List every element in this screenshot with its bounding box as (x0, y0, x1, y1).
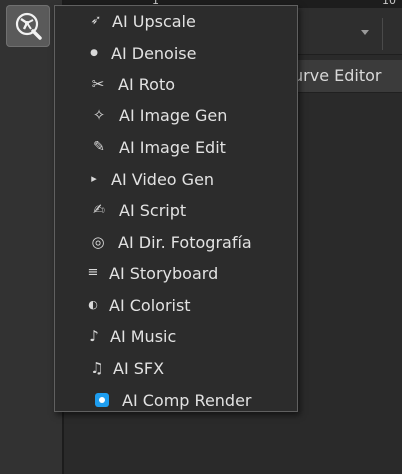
writing-icon: ✍ (93, 202, 105, 218)
toolbar-separator (382, 18, 383, 50)
menu-item-label: AI Image Edit (119, 137, 226, 157)
ai-tools-icon (15, 12, 42, 40)
menu-item-label: AI Dir. Fotografía (118, 232, 252, 252)
menu-item-ai-denoise[interactable]: ● AI Denoise (55, 38, 297, 68)
storyboard-icon: ≡ (87, 265, 99, 280)
menu-item-label: AI Image Gen (119, 105, 228, 125)
menu-item-ai-roto[interactable]: ✂ AI Roto (55, 69, 297, 99)
target-icon: ◎ (91, 233, 105, 251)
menu-item-label: AI Comp Render (122, 390, 252, 410)
ruler-number-right: 10 (382, 0, 396, 7)
ai-tools-button[interactable] (6, 5, 50, 47)
beamed-notes-icon: ♫ (90, 359, 104, 377)
menu-item-label: AI SFX (113, 358, 165, 378)
chevron-down-icon[interactable] (361, 30, 369, 35)
menu-item-ai-dir-fotografia[interactable]: ◎ AI Dir. Fotografía (55, 227, 297, 257)
pencil-icon: ✎ (93, 139, 105, 155)
menu-item-label: AI Music (110, 326, 177, 346)
menu-item-label: AI Storyboard (109, 263, 219, 283)
tab-curve-editor[interactable]: urve Editor (284, 60, 402, 92)
menu-item-ai-video-gen[interactable]: ▸ AI Video Gen (55, 164, 297, 194)
menu-item-ai-comp-render[interactable]: AI Comp Render (55, 385, 297, 415)
menu-item-label: AI Script (119, 200, 187, 220)
menu-item-label: AI Roto (118, 74, 175, 94)
menu-item-label: AI Colorist (109, 295, 191, 315)
menu-item-ai-upscale[interactable]: ➶ AI Upscale (55, 6, 297, 36)
ai-tools-menu: ➶ AI Upscale ● AI Denoise ✂ AI Roto ✧ AI… (54, 5, 298, 412)
menu-item-ai-storyboard[interactable]: ≡ AI Storyboard (55, 258, 297, 288)
menu-item-ai-music[interactable]: ♪ AI Music (55, 321, 297, 351)
half-circle-icon: ◐ (88, 298, 98, 311)
menu-item-ai-script[interactable]: ✍ AI Script (55, 195, 297, 225)
menu-item-label: AI Denoise (111, 43, 197, 63)
upscale-icon: ➶ (90, 13, 102, 28)
left-panel (0, 0, 62, 474)
denoise-icon: ● (90, 48, 98, 58)
menu-item-ai-sfx[interactable]: ♫ AI SFX (55, 353, 297, 383)
play-icon: ▸ (91, 172, 97, 185)
menu-item-label: AI Video Gen (111, 169, 215, 189)
comp-render-icon (92, 392, 112, 408)
menu-item-ai-image-edit[interactable]: ✎ AI Image Edit (55, 132, 297, 162)
menu-item-label: AI Upscale (112, 11, 196, 31)
music-note-icon: ♪ (89, 327, 99, 345)
tab-curve-editor-label: urve Editor (293, 66, 382, 85)
menu-item-ai-colorist[interactable]: ◐ AI Colorist (55, 290, 297, 320)
scissors-icon: ✂ (91, 75, 105, 93)
comp-render-badge (95, 392, 109, 407)
sparkle-icon: ✧ (92, 106, 106, 124)
menu-item-ai-image-gen[interactable]: ✧ AI Image Gen (55, 100, 297, 130)
